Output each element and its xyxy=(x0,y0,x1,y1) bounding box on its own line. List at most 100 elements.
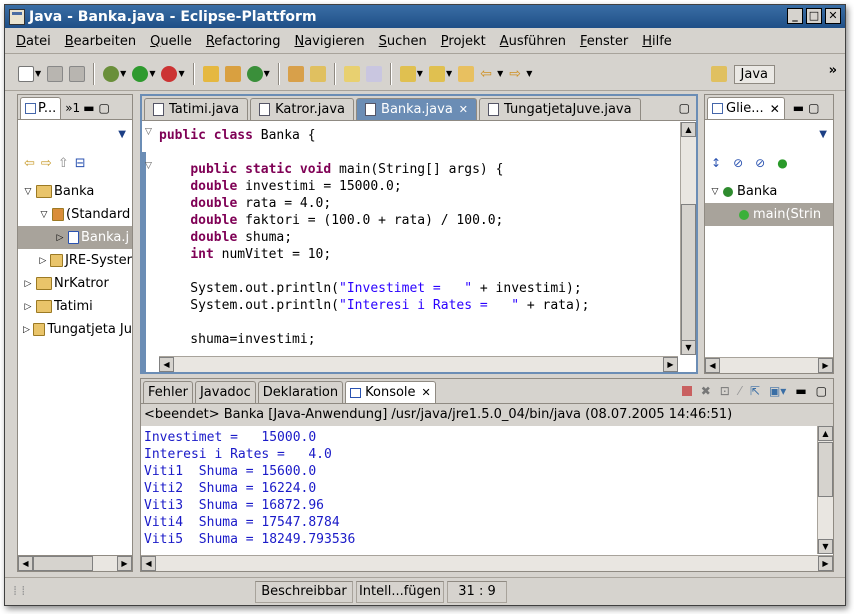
pin-console-icon[interactable]: ⇱ xyxy=(750,384,760,398)
new-java-project-icon[interactable] xyxy=(202,65,219,82)
debug-dropdown-icon[interactable]: ▼ xyxy=(120,69,126,78)
run-dropdown-icon[interactable]: ▼ xyxy=(149,69,155,78)
up-icon[interactable]: ⇧ xyxy=(58,156,69,171)
mark-occurrences-icon[interactable] xyxy=(343,65,360,82)
scroll-left-button[interactable]: ◀ xyxy=(705,358,720,373)
scroll-left-button[interactable]: ◀ xyxy=(141,556,156,571)
previous-annotation-icon[interactable] xyxy=(428,65,445,82)
tree-item[interactable]: ▷ Tatimi xyxy=(18,295,132,318)
scroll-thumb[interactable] xyxy=(33,556,93,571)
scroll-right-button[interactable]: ▶ xyxy=(818,556,833,571)
outline-item[interactable]: ▽ Banka xyxy=(705,180,833,203)
tree-item[interactable]: ▷ JRE-Syster xyxy=(18,249,132,272)
bottom-tab[interactable]: Konsole ✕ xyxy=(345,381,436,403)
outline-tab-close-icon[interactable]: ✕ xyxy=(770,102,780,116)
outline-item[interactable]: main(Strin xyxy=(705,203,833,226)
scroll-thumb[interactable] xyxy=(681,204,696,342)
maximize-icon[interactable]: ▢ xyxy=(816,384,827,398)
java-perspective-button[interactable]: Java xyxy=(733,64,775,84)
sort-icon[interactable]: ↕ xyxy=(711,156,721,170)
external-tools-dropdown-icon[interactable]: ▼ xyxy=(178,69,184,78)
new-package-icon[interactable] xyxy=(224,65,241,82)
tab-package-explorer[interactable]: P... xyxy=(20,97,62,119)
tree-item[interactable]: ▷ Banka.j xyxy=(18,226,132,249)
tab-close-icon[interactable]: ✕ xyxy=(422,386,431,399)
scroll-down-button[interactable]: ▼ xyxy=(681,340,696,355)
tree-item[interactable]: ▷ NrKatror xyxy=(18,272,132,295)
menu-datei[interactable]: Datei xyxy=(16,34,51,49)
external-tools-icon[interactable] xyxy=(161,65,178,82)
console-vertical-scrollbar[interactable]: ▲ ▼ xyxy=(817,426,833,554)
scroll-right-button[interactable]: ▶ xyxy=(117,556,132,571)
twisty-icon[interactable]: ▷ xyxy=(54,233,66,243)
collapse-all-icon[interactable]: ⊟ xyxy=(75,156,86,171)
bottom-tab[interactable]: Deklaration xyxy=(257,381,344,403)
scroll-right-button[interactable]: ▶ xyxy=(663,357,678,372)
fold-class-icon[interactable]: ▽ xyxy=(145,127,152,137)
views-overflow[interactable]: »1 xyxy=(65,101,80,115)
fold-method-icon[interactable]: ▽ xyxy=(145,161,152,171)
menu-projekt[interactable]: Projekt xyxy=(441,34,486,49)
menu-ausfuehren[interactable]: Ausführen xyxy=(500,34,566,49)
editor-horizontal-scrollbar[interactable]: ◀ ▶ xyxy=(159,356,678,372)
minimize-icon[interactable]: ▬ xyxy=(795,384,806,398)
forward-icon[interactable]: ⇨ xyxy=(509,66,525,82)
menu-bearbeiten[interactable]: Bearbeiten xyxy=(65,34,136,49)
previous-annotation-dropdown-icon[interactable]: ▼ xyxy=(446,69,452,78)
editor-maximize-icon[interactable]: ▢ xyxy=(679,101,690,115)
view-menu-icon[interactable]: ▼ xyxy=(819,129,827,140)
console-horizontal-scrollbar[interactable]: ◀ ▶ xyxy=(141,555,833,571)
scroll-right-button[interactable]: ▶ xyxy=(818,358,833,373)
code-area[interactable]: public class Banka { public static void … xyxy=(159,127,678,355)
new-icon[interactable] xyxy=(18,65,34,82)
close-button[interactable]: ✕ xyxy=(825,8,841,24)
editor-tab[interactable]: TungatjetaJuve.java xyxy=(479,98,641,120)
scroll-left-button[interactable]: ◀ xyxy=(159,357,174,372)
package-explorer-horizontal-scrollbar[interactable]: ◀ ▶ xyxy=(17,555,133,572)
minimize-icon[interactable]: ▬ xyxy=(83,101,94,115)
twisty-icon[interactable]: ▽ xyxy=(709,187,721,197)
menu-quelle[interactable]: Quelle xyxy=(150,34,192,49)
twisty-icon[interactable]: ▷ xyxy=(22,325,31,335)
minimize-button[interactable]: _ xyxy=(787,8,803,24)
run-icon[interactable] xyxy=(132,65,149,82)
clear-console-icon[interactable]: ⁄ xyxy=(739,384,741,398)
twisty-icon[interactable]: ▷ xyxy=(22,279,34,289)
twisty-icon[interactable]: ▽ xyxy=(22,187,34,197)
new-class-icon[interactable] xyxy=(246,65,263,82)
maximize-icon[interactable]: ▢ xyxy=(808,101,819,115)
menu-suchen[interactable]: Suchen xyxy=(379,34,427,49)
menu-navigieren[interactable]: Navigieren xyxy=(294,34,364,49)
tree-item[interactable]: ▽ Banka xyxy=(18,180,132,203)
hide-fields-icon[interactable]: ⊘ xyxy=(733,156,743,170)
bottom-tab[interactable]: Javadoc xyxy=(194,381,256,403)
bottom-tab[interactable]: Fehler xyxy=(143,381,193,403)
last-edit-icon[interactable] xyxy=(458,65,475,82)
back-dropdown-icon[interactable]: ▼ xyxy=(497,69,503,78)
forward-icon[interactable]: ⇨ xyxy=(41,156,52,171)
scroll-up-button[interactable]: ▲ xyxy=(818,426,833,441)
debug-icon[interactable] xyxy=(103,65,120,82)
twisty-icon[interactable]: ▷ xyxy=(22,302,34,312)
back-icon[interactable]: ⇦ xyxy=(480,66,496,82)
show-source-icon[interactable] xyxy=(365,65,382,82)
editor-tab[interactable]: Tatimi.java xyxy=(144,98,249,120)
scroll-up-button[interactable]: ▲ xyxy=(681,122,696,137)
view-menu-icon[interactable]: ▼ xyxy=(118,129,126,140)
display-console-icon[interactable]: ▣▾ xyxy=(769,384,786,398)
open-type-icon[interactable] xyxy=(287,65,304,82)
new-class-dropdown-icon[interactable]: ▼ xyxy=(264,69,270,78)
tab-close-icon[interactable]: ✕ xyxy=(459,103,468,116)
twisty-icon[interactable]: ▽ xyxy=(38,210,50,220)
twisty-icon[interactable]: ▷ xyxy=(38,256,48,266)
menu-fenster[interactable]: Fenster xyxy=(580,34,628,49)
outline-horizontal-scrollbar[interactable]: ◀ ▶ xyxy=(705,357,833,373)
window-menu-icon[interactable] xyxy=(9,8,25,25)
new-dropdown-icon[interactable]: ▼ xyxy=(35,69,41,78)
next-annotation-icon[interactable] xyxy=(399,65,416,82)
editor-tab[interactable]: Katror.java xyxy=(250,98,355,120)
remove-launches-icon[interactable]: ✖ xyxy=(701,384,711,398)
menu-refactoring[interactable]: Refactoring xyxy=(206,34,281,49)
minimize-icon[interactable]: ▬ xyxy=(793,101,804,115)
tree-item[interactable]: ▷ Tungatjeta Ju xyxy=(18,318,132,341)
